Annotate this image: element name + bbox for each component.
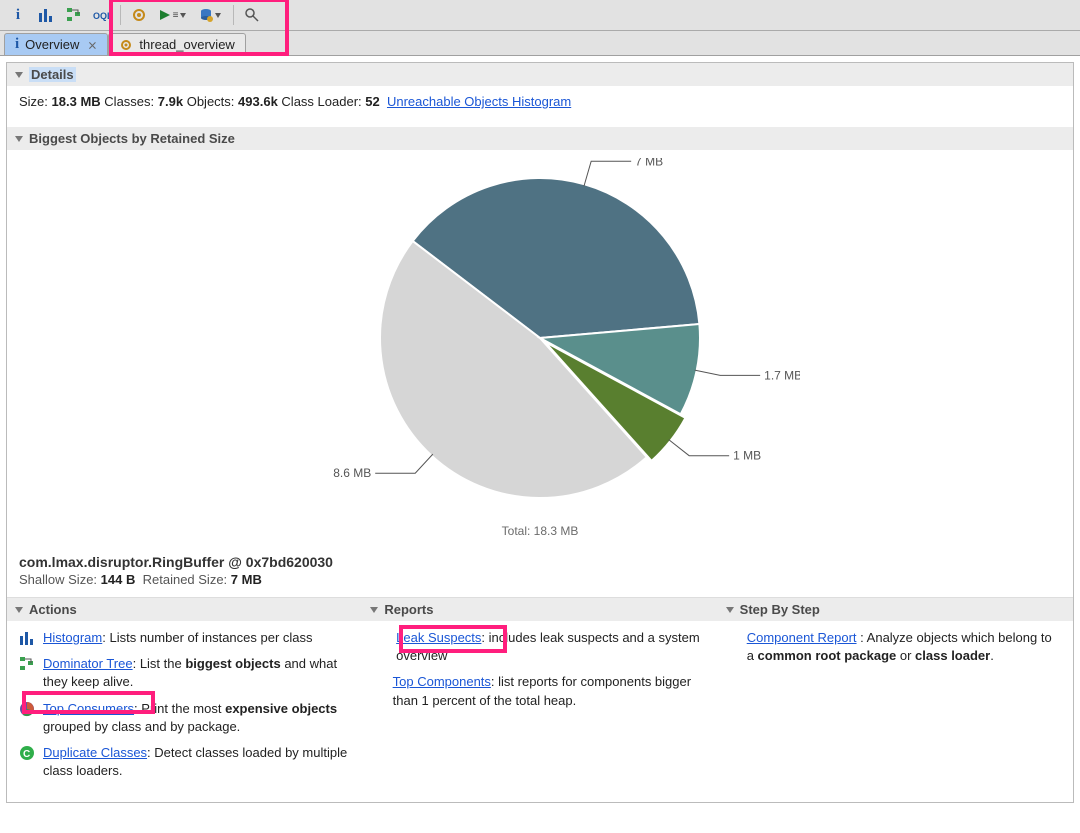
actions-header[interactable]: Actions: [7, 598, 362, 621]
step-component-report: Component Report : Analyze objects which…: [730, 629, 1061, 665]
pane-title: Step By Step: [740, 602, 820, 617]
report-top-components: Top Components: list reports for compone…: [374, 673, 705, 709]
pie-chart: 7 MB 8.6 MB 1 MB 1.7 MB Total: 18.3 MB: [19, 158, 1061, 538]
tabbar: i Overview ⨯ thread_overview: [0, 31, 1080, 56]
chevron-down-icon: [370, 607, 378, 613]
biggest-header[interactable]: Biggest Objects by Retained Size: [7, 127, 1073, 150]
pane-title: Actions: [29, 602, 77, 617]
object-name: com.lmax.disruptor.RingBuffer @ 0x7bd620…: [19, 554, 1061, 570]
oql-icon[interactable]: OQL: [90, 3, 114, 27]
top-components-link[interactable]: Top Components: [393, 674, 491, 689]
chevron-down-icon: [15, 136, 23, 142]
reports-header[interactable]: Reports: [362, 598, 717, 621]
histogram-link[interactable]: Histogram: [43, 630, 102, 645]
chevron-down-icon: [15, 72, 23, 78]
svg-text:1 MB: 1 MB: [733, 449, 761, 463]
db-dropdown[interactable]: [193, 3, 227, 27]
info-icon[interactable]: i: [6, 3, 30, 27]
main-panel: Details Size: 18.3 MB Classes: 7.9k Obje…: [6, 62, 1074, 803]
tab-label: Overview: [25, 37, 79, 52]
separator: [120, 5, 121, 25]
action-duplicate-classes: C Duplicate Classes: Detect classes load…: [19, 744, 350, 780]
tab-thread-overview[interactable]: thread_overview: [108, 33, 245, 55]
histogram-icon: [19, 630, 35, 646]
gear-icon: [119, 38, 133, 52]
reports-pane: Reports Leak Suspects: includes leak sus…: [362, 597, 717, 802]
separator: [233, 5, 234, 25]
bottom-columns: Actions Histogram: Lists number of insta…: [7, 597, 1073, 802]
actions-pane: Actions Histogram: Lists number of insta…: [7, 597, 362, 802]
pie-icon: [19, 701, 35, 717]
svg-text:OQL: OQL: [93, 11, 111, 21]
chevron-down-icon: [726, 607, 734, 613]
svg-text:C: C: [23, 749, 30, 760]
report-leak-suspects: Leak Suspects: includes leak suspects an…: [374, 629, 705, 665]
action-top-consumers: Top Consumers: Print the most expensive …: [19, 700, 350, 736]
svg-text:1.7 MB: 1.7 MB: [764, 368, 800, 382]
biggest-section: Biggest Objects by Retained Size 7 MB 8.6…: [7, 127, 1073, 587]
info-icon: i: [15, 36, 19, 53]
close-icon[interactable]: ⨯: [87, 38, 97, 52]
leak-suspects-link[interactable]: Leak Suspects: [396, 630, 481, 645]
toolbar: i OQL ≡: [0, 0, 1080, 31]
dominator-tree-link[interactable]: Dominator Tree: [43, 656, 133, 671]
object-sizes: Shallow Size: 144 B Retained Size: 7 MB: [19, 572, 1061, 587]
tree-icon: [19, 656, 35, 672]
details-header[interactable]: Details: [7, 63, 1073, 86]
unreachable-histogram-link[interactable]: Unreachable Objects Histogram: [387, 94, 571, 109]
chart-total: Total: 18.3 MB: [502, 524, 579, 538]
details-stats: Size: 18.3 MB Classes: 7.9k Objects: 493…: [19, 94, 1061, 109]
gear-icon[interactable]: [127, 3, 151, 27]
chevron-down-icon: [15, 607, 23, 613]
step-header[interactable]: Step By Step: [718, 598, 1073, 621]
tree-icon[interactable]: [62, 3, 86, 27]
section-title: Biggest Objects by Retained Size: [29, 131, 235, 146]
top-consumers-link[interactable]: Top Consumers: [43, 701, 134, 716]
tab-overview[interactable]: i Overview ⨯: [4, 33, 108, 55]
search-icon[interactable]: [240, 3, 264, 27]
svg-text:7 MB: 7 MB: [635, 158, 663, 168]
tab-label: thread_overview: [139, 37, 234, 52]
action-dominator-tree: Dominator Tree: List the biggest objects…: [19, 655, 350, 691]
pane-title: Reports: [384, 602, 433, 617]
svg-text:8.6 MB: 8.6 MB: [333, 466, 371, 480]
section-title: Details: [29, 67, 76, 82]
duplicate-classes-link[interactable]: Duplicate Classes: [43, 745, 147, 760]
component-report-link[interactable]: Component Report: [747, 630, 857, 645]
details-section: Details Size: 18.3 MB Classes: 7.9k Obje…: [7, 63, 1073, 123]
duplicate-icon: C: [19, 745, 35, 761]
action-histogram: Histogram: Lists number of instances per…: [19, 629, 350, 647]
step-pane: Step By Step Component Report : Analyze …: [718, 597, 1073, 802]
run-dropdown[interactable]: ≡: [155, 3, 189, 27]
histogram-icon[interactable]: [34, 3, 58, 27]
